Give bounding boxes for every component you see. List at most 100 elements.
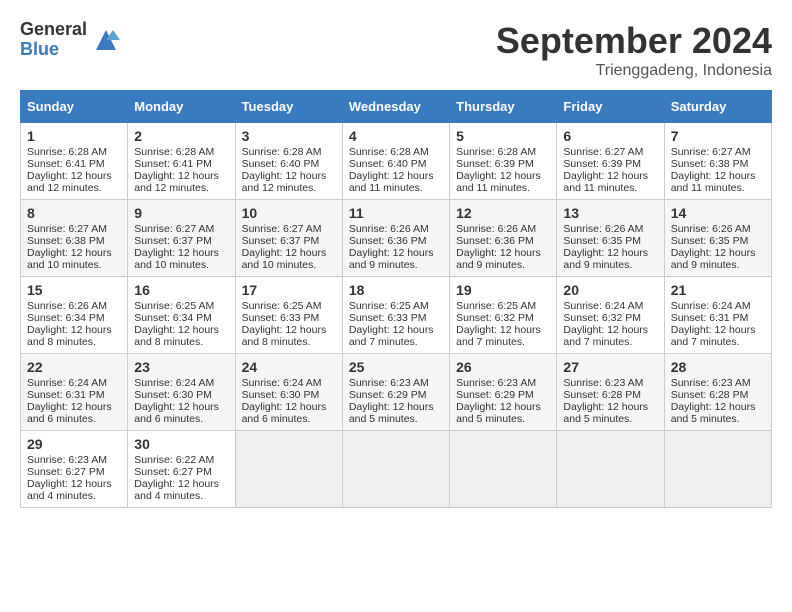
logo-general: General (20, 19, 87, 39)
day-number: 23 (134, 359, 228, 375)
sunrise-text: Sunrise: 6:22 AM (134, 454, 228, 466)
sunrise-text: Sunrise: 6:23 AM (27, 454, 121, 466)
day-number: 25 (349, 359, 443, 375)
sunset-text: Sunset: 6:28 PM (671, 389, 765, 401)
calendar-cell: 7Sunrise: 6:27 AMSunset: 6:38 PMDaylight… (664, 123, 771, 200)
calendar-cell: 28Sunrise: 6:23 AMSunset: 6:28 PMDayligh… (664, 354, 771, 431)
calendar-cell: 21Sunrise: 6:24 AMSunset: 6:31 PMDayligh… (664, 277, 771, 354)
daylight-text: Daylight: 12 hours and 7 minutes. (563, 324, 657, 348)
sunrise-text: Sunrise: 6:26 AM (671, 223, 765, 235)
daylight-text: Daylight: 12 hours and 6 minutes. (242, 401, 336, 425)
calendar-cell: 6Sunrise: 6:27 AMSunset: 6:39 PMDaylight… (557, 123, 664, 200)
calendar-cell: 26Sunrise: 6:23 AMSunset: 6:29 PMDayligh… (450, 354, 557, 431)
week-row-3: 15Sunrise: 6:26 AMSunset: 6:34 PMDayligh… (21, 277, 772, 354)
day-number: 2 (134, 128, 228, 144)
daylight-text: Daylight: 12 hours and 10 minutes. (134, 247, 228, 271)
sunrise-text: Sunrise: 6:26 AM (456, 223, 550, 235)
sunset-text: Sunset: 6:27 PM (27, 466, 121, 478)
sunrise-text: Sunrise: 6:28 AM (349, 146, 443, 158)
calendar-cell: 10Sunrise: 6:27 AMSunset: 6:37 PMDayligh… (235, 200, 342, 277)
logo-blue: Blue (20, 39, 59, 59)
daylight-text: Daylight: 12 hours and 9 minutes. (563, 247, 657, 271)
calendar-cell: 1Sunrise: 6:28 AMSunset: 6:41 PMDaylight… (21, 123, 128, 200)
day-number: 30 (134, 436, 228, 452)
sunrise-text: Sunrise: 6:23 AM (349, 377, 443, 389)
sunset-text: Sunset: 6:30 PM (134, 389, 228, 401)
daylight-text: Daylight: 12 hours and 11 minutes. (349, 170, 443, 194)
calendar-cell: 4 Sunrise: 6:28 AMSunset: 6:40 PMDaylight… (342, 123, 449, 200)
day-number: 8 (27, 205, 121, 221)
calendar-cell (235, 431, 342, 508)
day-number: 24 (242, 359, 336, 375)
sunset-text: Sunset: 6:39 PM (563, 158, 657, 170)
header-saturday: Saturday (664, 91, 771, 123)
sunset-text: Sunset: 6:41 PM (134, 158, 228, 170)
calendar-cell: 15 Sunrise: 6:26 AMSunset: 6:34 PMDayligh… (21, 277, 128, 354)
calendar-cell: 30Sunrise: 6:22 AMSunset: 6:27 PMDayligh… (128, 431, 235, 508)
sunset-text: Sunset: 6:39 PM (456, 158, 550, 170)
calendar-table: SundayMondayTuesdayWednesdayThursdayFrid… (20, 90, 772, 508)
day-number: 13 (563, 205, 657, 221)
week-row-2: 8Sunrise: 6:27 AMSunset: 6:38 PMDaylight… (21, 200, 772, 277)
sunrise-text: Sunrise: 6:25 AM (242, 300, 336, 312)
day-number: 4 (349, 128, 443, 144)
calendar-cell: 17Sunrise: 6:25 AMSunset: 6:33 PMDayligh… (235, 277, 342, 354)
sunset-text: Sunset: 6:37 PM (134, 235, 228, 247)
day-number: 1 (27, 128, 121, 144)
logo-icon (91, 25, 121, 55)
calendar-cell: 18Sunrise: 6:25 AMSunset: 6:33 PMDayligh… (342, 277, 449, 354)
day-number: 29 (27, 436, 121, 452)
day-number: 10 (242, 205, 336, 221)
logo: General Blue (20, 20, 121, 60)
daylight-text: Daylight: 12 hours and 4 minutes. (134, 478, 228, 502)
calendar-cell: 16Sunrise: 6:25 AMSunset: 6:34 PMDayligh… (128, 277, 235, 354)
week-row-1: 1 Sunrise: 6:28 AM Sunset: 6:41 PM Daylight… (21, 123, 772, 200)
sunrise-text: Sunrise: 6:26 AM (27, 300, 121, 312)
daylight-text: Daylight: 12 hours and 11 minutes. (563, 170, 657, 194)
day-number: 17 (242, 282, 336, 298)
header-friday: Friday (557, 91, 664, 123)
header-monday: Monday (128, 91, 235, 123)
daylight-text: Daylight: 12 hours and 8 minutes. (242, 324, 336, 348)
daylight-text: Daylight: 12 hours and 11 minutes. (671, 170, 765, 194)
month-title: September 2024 (496, 20, 772, 62)
sunrise-text: Sunrise: 6:23 AM (671, 377, 765, 389)
sunrise-text: Sunrise: 6:23 AM (563, 377, 657, 389)
day-number: 9 (134, 205, 228, 221)
sunset-text: Sunset: 6:34 PM (27, 312, 121, 324)
sunset-text: Sunset: 6:31 PM (671, 312, 765, 324)
sunrise-text: Sunrise: 6:25 AM (456, 300, 550, 312)
sunset-text: Sunset: 6:38 PM (671, 158, 765, 170)
week-row-4: 22Sunrise: 6:24 AMSunset: 6:31 PMDayligh… (21, 354, 772, 431)
daylight-text: Daylight: 12 hours and 8 minutes. (27, 324, 121, 348)
page-header: General Blue September 2024 Trienggadeng… (20, 20, 772, 80)
sunrise-text: Sunrise: 6:23 AM (456, 377, 550, 389)
day-number: 27 (563, 359, 657, 375)
calendar-cell (557, 431, 664, 508)
sunset-text: Sunset: 6:30 PM (242, 389, 336, 401)
daylight-text: Daylight: 12 hours and 7 minutes. (456, 324, 550, 348)
daylight-text: Daylight: 12 hours and 9 minutes. (671, 247, 765, 271)
calendar-cell: 13Sunrise: 6:26 AMSunset: 6:35 PMDayligh… (557, 200, 664, 277)
day-number: 12 (456, 205, 550, 221)
sunset-text: Sunset: 6:29 PM (456, 389, 550, 401)
day-number: 15 (27, 282, 121, 298)
daylight-text: Daylight: 12 hours and 9 minutes. (456, 247, 550, 271)
sunrise-text: Sunrise: 6:24 AM (671, 300, 765, 312)
sunrise-text: Sunrise: 6:28 AM (456, 146, 550, 158)
calendar-cell: 11Sunrise: 6:26 AMSunset: 6:36 PMDayligh… (342, 200, 449, 277)
sunrise-text: Sunrise: 6:25 AM (349, 300, 443, 312)
sunset-text: Sunset: 6:36 PM (456, 235, 550, 247)
sunrise-text: Sunrise: 6:27 AM (671, 146, 765, 158)
daylight-text: Daylight: 12 hours and 9 minutes. (349, 247, 443, 271)
calendar-cell: 25Sunrise: 6:23 AMSunset: 6:29 PMDayligh… (342, 354, 449, 431)
sunrise-text: Sunrise: 6:28 AM (27, 146, 121, 158)
sunrise-text: Sunrise: 6:24 AM (563, 300, 657, 312)
calendar-cell: 8Sunrise: 6:27 AMSunset: 6:38 PMDaylight… (21, 200, 128, 277)
calendar-cell: 24Sunrise: 6:24 AMSunset: 6:30 PMDayligh… (235, 354, 342, 431)
sunset-text: Sunset: 6:40 PM (349, 158, 443, 170)
day-number: 3 (242, 128, 336, 144)
sunset-text: Sunset: 6:32 PM (563, 312, 657, 324)
sunset-text: Sunset: 6:34 PM (134, 312, 228, 324)
daylight-text: Daylight: 12 hours and 7 minutes. (671, 324, 765, 348)
